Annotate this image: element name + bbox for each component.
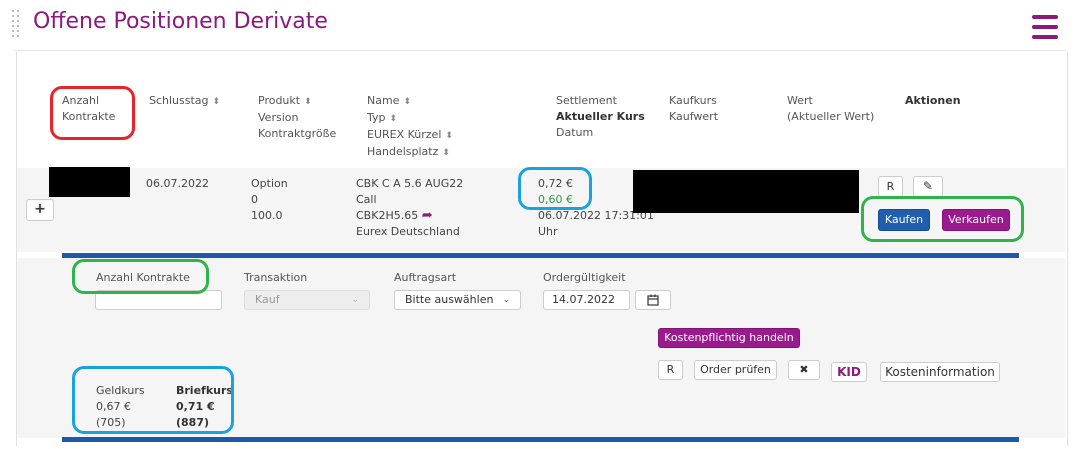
- auftragsart-select-value: Bitte auswählen: [405, 293, 494, 306]
- verkaufen-button[interactable]: Verkaufen: [942, 209, 1010, 231]
- order-panel: [17, 258, 1065, 438]
- kid-button[interactable]: KID: [831, 362, 867, 382]
- share-arrow-icon[interactable]: ➦: [422, 208, 433, 223]
- col-header-kaufwert-label: Kaufwert: [669, 110, 719, 123]
- cell-schlusstag: 06.07.2022: [146, 177, 209, 190]
- cell-version-value: 0: [251, 193, 258, 206]
- col-header-anzahl-line2: Kontrakte: [62, 110, 116, 123]
- chevron-down-icon: ⌄: [502, 295, 510, 305]
- col-header-kaufkurs-label: Kaufkurs: [669, 94, 717, 107]
- sort-icon[interactable]: ⬍: [304, 97, 312, 107]
- cell-typ-value: Call: [356, 193, 377, 206]
- col-header-settlement-label: Settlement: [556, 94, 617, 107]
- briefkurs-label: Briefkurs: [176, 384, 233, 397]
- kosteninformation-button[interactable]: Kosteninformation: [880, 362, 1000, 382]
- cell-kontraktgroesse-value: 100.0: [251, 209, 283, 222]
- col-header-wert: Wert (Aktueller Wert): [787, 93, 874, 125]
- sort-icon[interactable]: ⬍: [403, 97, 411, 107]
- close-icon[interactable]: ✖: [788, 360, 820, 380]
- cell-name: CBK C A 5.6 AUG22 Call CBK2H5.65 ➦ Eurex…: [356, 176, 463, 240]
- col-header-produkt[interactable]: Produkt ⬍ Version Kontraktgröße: [258, 93, 336, 142]
- briefkurs-size: (887): [176, 416, 210, 429]
- ordergueltigkeit-input[interactable]: 14.07.2022: [543, 290, 630, 310]
- anzahl-kontrakte-input[interactable]: [95, 290, 222, 310]
- geldkurs-size: (705): [96, 416, 126, 429]
- cell-produkt: Option 0 100.0: [251, 176, 288, 224]
- kostenpflichtig-handeln-button[interactable]: Kostenpflichtig handeln: [658, 328, 800, 348]
- menu-icon[interactable]: [1032, 15, 1058, 39]
- page-title: Offene Positionen Derivate: [33, 9, 328, 34]
- cell-handelsplatz-value: Eurex Deutschland: [356, 225, 460, 238]
- order-pruefen-button[interactable]: Order prüfen: [694, 360, 777, 380]
- auftragsart-select[interactable]: Bitte auswählen ⌄: [394, 290, 521, 310]
- r-button[interactable]: R: [878, 176, 903, 197]
- edit-pencil-icon[interactable]: ✎: [913, 176, 943, 197]
- redacted-kaufkurs-wert: [633, 170, 859, 213]
- cell-datum-uhr-value: Uhr: [538, 225, 558, 238]
- order-r-button[interactable]: R: [658, 360, 683, 380]
- anzahl-kontrakte-label: Anzahl Kontrakte: [96, 271, 190, 284]
- col-header-aktionen-label: Aktionen: [905, 94, 961, 107]
- sort-icon[interactable]: ⬍: [213, 97, 221, 107]
- col-header-schlusstag[interactable]: Schlusstag ⬍: [149, 93, 220, 110]
- col-header-produkt-label: Produkt: [258, 94, 301, 107]
- cell-kuerzel-value: CBK2H5.65: [356, 209, 419, 222]
- col-header-anzahl[interactable]: Anzahl Kontrakte: [62, 93, 115, 125]
- calendar-icon[interactable]: [635, 290, 671, 310]
- cell-produkt-value: Option: [251, 177, 288, 190]
- col-header-kuerzel-label: EUREX Kürzel: [367, 128, 442, 141]
- expand-row-button[interactable]: +: [26, 199, 54, 221]
- col-header-handelsplatz-label: Handelsplatz: [367, 145, 439, 158]
- sort-icon[interactable]: ⬍: [390, 114, 398, 124]
- briefkurs-value: 0,71 €: [176, 400, 215, 413]
- col-header-schlusstag-label: Schlusstag: [149, 94, 209, 107]
- ordergueltigkeit-label: Ordergültigkeit: [543, 271, 626, 284]
- order-panel-bottom-bar: [62, 437, 1019, 442]
- header-divider: [14, 50, 1066, 51]
- col-header-aktueller-wert-label: (Aktueller Wert): [787, 110, 875, 123]
- sort-icon[interactable]: ⬍: [442, 148, 450, 158]
- transaktion-label: Transaktion: [244, 271, 308, 284]
- col-header-name-label: Name: [367, 94, 400, 107]
- sort-icon[interactable]: ⬍: [445, 131, 453, 141]
- col-header-typ-label: Typ: [367, 111, 386, 124]
- col-header-kontraktgroesse-label: Kontraktgröße: [258, 127, 337, 140]
- col-header-wert-label: Wert: [787, 94, 813, 107]
- auftragsart-label: Auftragsart: [394, 271, 457, 284]
- col-header-anzahl-line1: Anzahl: [62, 94, 100, 107]
- chevron-down-icon: ⌄: [351, 295, 359, 305]
- geldkurs-label: Geldkurs: [96, 384, 145, 397]
- col-header-settlement: Settlement Aktueller Kurs Datum: [556, 93, 645, 141]
- col-header-aktionen: Aktionen: [905, 93, 961, 109]
- transaktion-select[interactable]: Kauf ⌄: [244, 290, 370, 310]
- redacted-anzahl: [49, 167, 130, 197]
- cell-name-value: CBK C A 5.6 AUG22: [356, 177, 464, 190]
- col-header-datum-label: Datum: [556, 126, 594, 139]
- briefkurs-block: Briefkurs 0,71 € (887): [176, 383, 233, 431]
- col-header-kaufkurs: Kaufkurs Kaufwert: [669, 93, 718, 125]
- drag-handle-icon[interactable]: [12, 10, 22, 42]
- geldkurs-value: 0,67 €: [96, 400, 131, 413]
- col-header-name[interactable]: Name ⬍ Typ ⬍ EUREX Kürzel ⬍ Handelsplatz ⬍: [367, 93, 453, 161]
- transaktion-select-value: Kauf: [255, 293, 280, 306]
- kaufen-button[interactable]: Kaufen: [878, 209, 930, 231]
- geldkurs-block: Geldkurs 0,67 € (705): [96, 383, 145, 431]
- col-header-aktueller-kurs-label: Aktueller Kurs: [556, 110, 645, 123]
- col-header-version-label: Version: [258, 111, 299, 124]
